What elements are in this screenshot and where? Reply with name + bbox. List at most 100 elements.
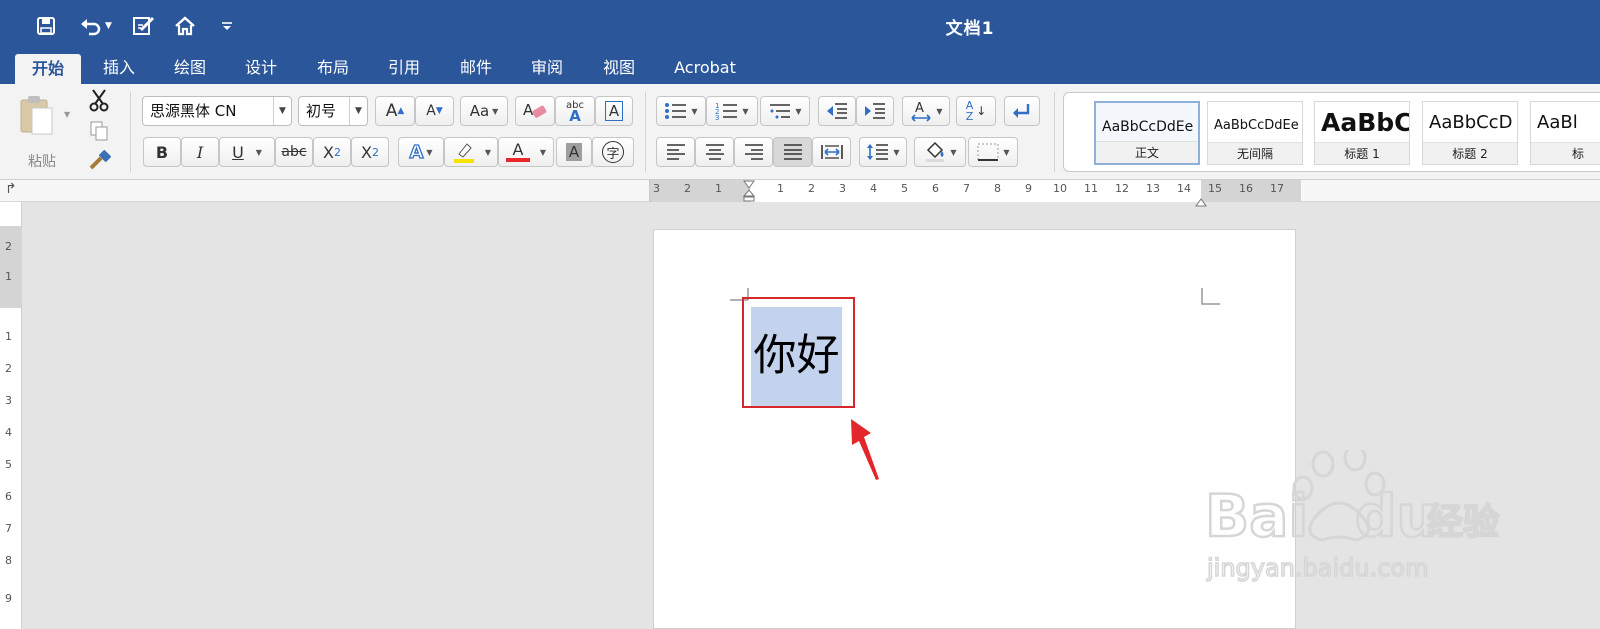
tab-stop-icon[interactable]: ↱: [5, 181, 17, 197]
italic-button[interactable]: I: [181, 137, 219, 167]
style-title[interactable]: AaBl 标: [1530, 101, 1600, 165]
enclose-characters-button[interactable]: 字: [592, 137, 634, 167]
character-shading-button[interactable]: A: [556, 137, 592, 167]
home-button[interactable]: [172, 10, 198, 42]
style-heading-1[interactable]: AaBbC 标题 1: [1314, 101, 1410, 165]
style-no-spacing[interactable]: AaBbCcDdEe 无间隔: [1207, 101, 1303, 165]
font-color-swatch: A: [505, 142, 530, 162]
shrink-font-button[interactable]: A ▼: [415, 96, 454, 126]
right-indent-marker[interactable]: [1195, 192, 1207, 207]
align-left-button[interactable]: [656, 137, 695, 167]
tab-layout[interactable]: 布局: [308, 52, 358, 84]
tab-review[interactable]: 审阅: [522, 52, 572, 84]
ruler-number: 3: [5, 394, 12, 407]
grow-font-button[interactable]: A ▲: [375, 96, 415, 126]
group-separator: [645, 92, 646, 172]
distributed-button[interactable]: [812, 137, 851, 167]
ruler-number: 11: [1084, 182, 1098, 195]
enclose-characters-label: 字: [602, 141, 624, 163]
down-arrow-icon: ↓: [976, 104, 987, 118]
phonetic-guide-button[interactable]: abc A: [555, 96, 595, 126]
ruler-number: 1: [715, 182, 722, 195]
ruler-number: 1: [777, 182, 784, 195]
clear-formatting-button[interactable]: A: [515, 96, 555, 126]
underline-button[interactable]: U ▼: [219, 137, 275, 167]
tab-design[interactable]: 设计: [236, 52, 286, 84]
style-name: 标题 1: [1315, 142, 1409, 164]
character-border-label: A: [604, 101, 624, 121]
strikethrough-button[interactable]: abc: [275, 137, 313, 167]
vertical-ruler[interactable]: 2 1 1 2 3 4 5 6 7 8 9: [0, 202, 22, 629]
paint-bucket-icon: [926, 141, 945, 162]
multilevel-list-button[interactable]: ▼: [760, 96, 810, 126]
font-family-select[interactable]: 思源黑体 CN ▼: [142, 96, 292, 126]
style-name: 正文: [1096, 141, 1198, 163]
distributed-icon: [820, 145, 843, 159]
bullet-list-icon: [665, 103, 687, 119]
numbering-button[interactable]: 1 2 3 ▼: [706, 96, 758, 126]
edit-document-button[interactable]: [130, 10, 158, 42]
chevron-down-icon: ▼: [492, 106, 499, 116]
borders-button[interactable]: ▼: [968, 137, 1018, 167]
text-direction-button[interactable]: A ▼: [902, 96, 950, 126]
tab-draw[interactable]: 绘图: [165, 52, 215, 84]
bullets-button[interactable]: ▼: [656, 96, 706, 126]
ribbon-tabs: 开始 插入 绘图 设计 布局 引用 邮件 审阅 视图 Acrobat: [0, 52, 1600, 84]
tab-references[interactable]: 引用: [379, 52, 429, 84]
increase-indent-button[interactable]: [856, 96, 894, 126]
sort-button[interactable]: AZ ↓: [956, 96, 996, 126]
paste-label: 粘贴: [28, 154, 56, 170]
indent-marker[interactable]: [742, 180, 756, 202]
tab-mailings[interactable]: 邮件: [451, 52, 501, 84]
chevron-down-icon: ▼: [426, 147, 433, 157]
chevron-down-icon: ▼: [950, 147, 957, 157]
undo-button[interactable]: ▼: [74, 10, 118, 42]
subscript-base: X: [323, 142, 334, 162]
bold-button[interactable]: B: [143, 137, 181, 167]
align-center-button[interactable]: [695, 137, 734, 167]
save-button[interactable]: [32, 10, 60, 42]
copy-button[interactable]: [89, 120, 113, 142]
group-separator: [130, 92, 131, 172]
font-size-select[interactable]: 初号 ▼: [298, 96, 368, 126]
paste-button[interactable]: ▼ 粘贴: [14, 94, 74, 174]
font-color-button[interactable]: A ▼: [498, 137, 554, 167]
shading-button[interactable]: ▼: [914, 137, 966, 167]
tab-home[interactable]: 开始: [15, 54, 81, 84]
italic-label: I: [196, 142, 204, 162]
tab-view[interactable]: 视图: [594, 52, 644, 84]
justify-button[interactable]: [773, 137, 812, 167]
text-effects-button[interactable]: A ▼: [398, 137, 444, 167]
line-spacing-button[interactable]: ▼: [859, 137, 907, 167]
format-painter-icon: [89, 150, 111, 170]
styles-gallery: AaBbCcDdEe 正文 AaBbCcDdEe 无间隔 AaBbC 标题 1 …: [1063, 92, 1600, 172]
show-paragraph-marks-button[interactable]: [1004, 96, 1040, 126]
horizontal-ruler[interactable]: 3 2 1 1 2 3 4 5 6 7 8 9 10 11 12 13 14 1…: [649, 180, 1301, 207]
style-sample: AaBl: [1537, 112, 1578, 133]
ruler-number: 8: [5, 554, 12, 567]
tab-acrobat[interactable]: Acrobat: [665, 52, 745, 84]
highlight-color-button[interactable]: ▼: [444, 137, 498, 167]
ruler-number: 3: [839, 182, 846, 195]
change-case-button[interactable]: Aa ▼: [460, 96, 508, 126]
tab-insert[interactable]: 插入: [94, 52, 144, 84]
style-heading-2[interactable]: AaBbCcD 标题 2: [1422, 101, 1518, 165]
subscript-button[interactable]: X2: [313, 137, 351, 167]
format-painter-button[interactable]: [88, 150, 114, 174]
indent-marker-icon: [742, 180, 756, 202]
chevron-down-icon: ▼: [64, 110, 71, 119]
decrease-indent-button[interactable]: [818, 96, 856, 126]
align-left-icon: [666, 144, 685, 160]
svg-text:jingyan.baidu.com: jingyan.baidu.com: [1206, 554, 1428, 582]
highlighter-icon: [453, 143, 474, 163]
character-border-button[interactable]: A: [595, 96, 633, 126]
red-color-bar: [505, 158, 530, 162]
decrease-indent-icon: [827, 103, 847, 119]
style-normal[interactable]: AaBbCcDdEe 正文: [1094, 101, 1200, 165]
cut-button[interactable]: [88, 88, 112, 112]
superscript-base: X: [361, 142, 372, 162]
customize-toolbar-button[interactable]: [219, 10, 235, 42]
align-right-button[interactable]: [734, 137, 773, 167]
superscript-button[interactable]: X2: [351, 137, 389, 167]
align-right-icon: [744, 144, 763, 160]
